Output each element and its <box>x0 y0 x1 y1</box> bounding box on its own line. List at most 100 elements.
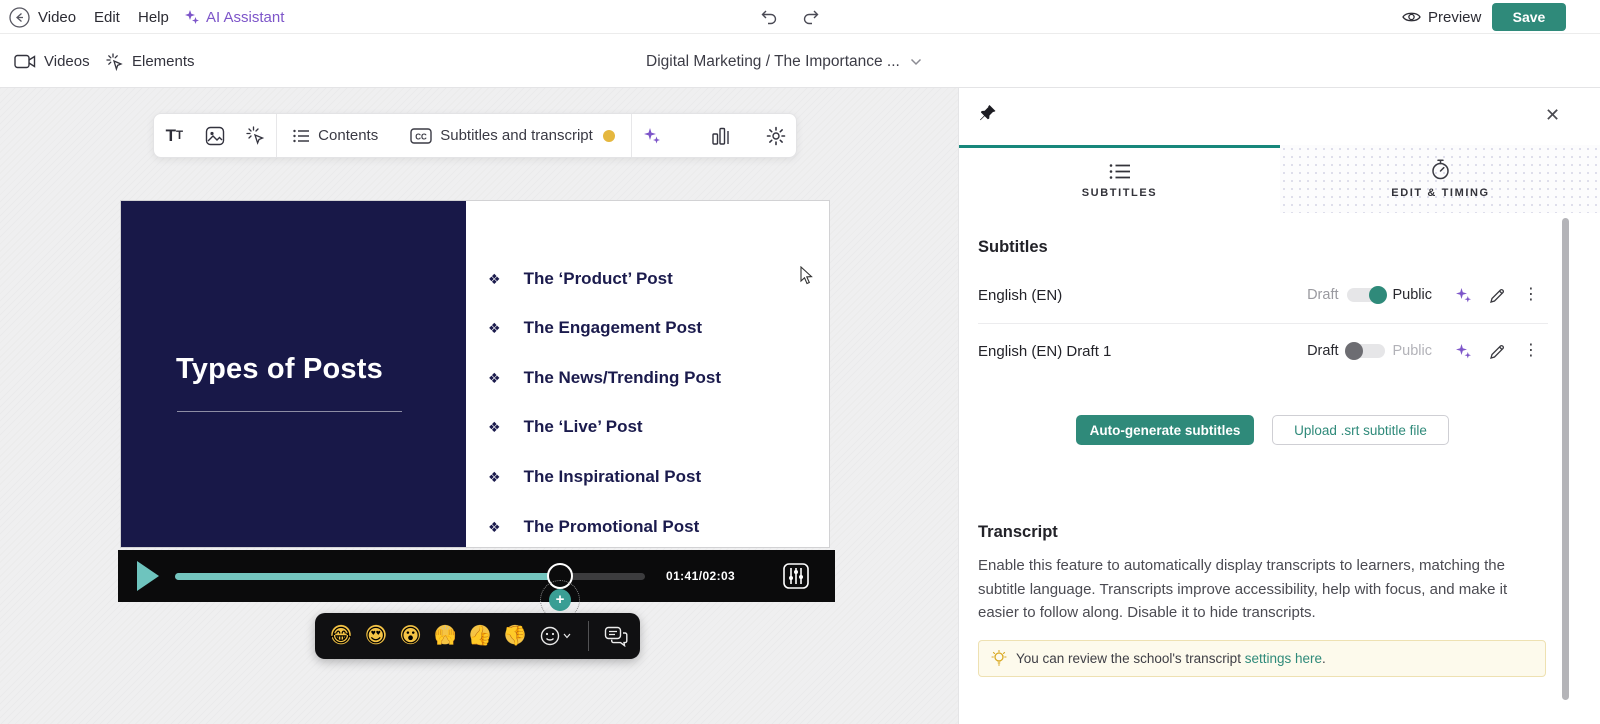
subtitles-transcript-label: Subtitles and transcript <box>440 127 593 144</box>
breadcrumb[interactable]: Digital Marketing / The Importance ... <box>646 35 922 88</box>
contents-button[interactable]: Contents <box>277 127 394 144</box>
breadcrumb-text: Digital Marketing / The Importance ... <box>646 52 900 70</box>
editor-canvas: TT Contents CC Subtitles and transcript … <box>0 88 958 724</box>
subtitles-transcript-button[interactable]: CC Subtitles and transcript <box>394 127 631 144</box>
subtitle-language: English (EN) Draft 1 <box>978 342 1112 360</box>
list-item: ❖ The News/Trending Post <box>488 368 721 387</box>
equalizer-icon <box>783 563 809 589</box>
panel-scrollbar[interactable] <box>1562 218 1569 700</box>
save-button[interactable]: Save <box>1492 3 1566 31</box>
add-element-button[interactable]: + <box>549 589 571 611</box>
tab-subtitles-label: SUBTITLES <box>1081 186 1158 199</box>
analytics-button[interactable] <box>700 114 741 157</box>
elements-label: Elements <box>132 53 195 70</box>
subtitle-row-english: English (EN) Draft Public ⋮ <box>978 267 1548 323</box>
sparkles-icon <box>1455 287 1471 302</box>
subtitles-panel: ✕ SUBTITLES EDIT & TIMING Subtitles Engl… <box>958 88 1600 724</box>
edit-subtitle-button[interactable] <box>1480 343 1514 360</box>
redo-icon[interactable] <box>801 9 820 25</box>
draft-status-dot <box>602 129 615 142</box>
transcript-description: Enable this feature to automatically dis… <box>978 557 1508 621</box>
menu-help[interactable]: Help <box>138 0 169 34</box>
history-controls <box>760 0 820 34</box>
videos-button[interactable]: Videos <box>14 35 90 88</box>
play-button[interactable] <box>137 561 159 591</box>
image-tool-button[interactable] <box>195 114 236 157</box>
mouse-cursor <box>800 266 814 285</box>
preview-button[interactable]: Preview <box>1402 0 1481 34</box>
interactions-tool-button[interactable] <box>236 114 277 157</box>
svg-text:CC: CC <box>415 132 427 141</box>
gear-icon <box>766 126 785 145</box>
playback-settings-button[interactable] <box>780 560 812 592</box>
emoji-picker-button[interactable] <box>540 626 571 646</box>
reaction-raised-hands[interactable]: 🙌 <box>431 622 460 650</box>
back-button[interactable] <box>8 0 30 34</box>
slide-title: Types of Posts <box>176 353 383 385</box>
publish-toggle[interactable] <box>1344 342 1385 360</box>
slide-title-panel: Types of Posts <box>121 201 466 547</box>
eye-icon <box>1402 12 1421 22</box>
slide-toolbar: TT Contents CC Subtitles and transcript <box>153 113 797 158</box>
reaction-thumbs-down[interactable]: 👎 <box>501 622 529 650</box>
close-panel-button[interactable]: ✕ <box>1545 106 1560 124</box>
list-item: ❖ The Promotional Post <box>488 517 700 536</box>
ai-assistant-label: AI Assistant <box>206 8 285 26</box>
tab-edit-timing[interactable]: EDIT & TIMING <box>1280 145 1600 213</box>
public-label: Public <box>1392 343 1433 359</box>
auto-generate-subtitles-button[interactable]: Auto-generate subtitles <box>1076 415 1254 445</box>
settings-button[interactable] <box>755 114 796 157</box>
comments-icon <box>604 626 628 647</box>
comments-button[interactable] <box>604 626 628 647</box>
reaction-surprised[interactable]: 😮 <box>396 622 425 650</box>
sparkles-icon <box>185 10 199 24</box>
pencil-icon <box>1489 288 1504 303</box>
menu-edit[interactable]: Edit <box>94 0 120 34</box>
videos-label: Videos <box>44 53 90 70</box>
pencil-icon <box>1489 344 1504 359</box>
elements-button[interactable]: Elements <box>106 35 195 88</box>
ai-tools-button[interactable] <box>632 114 673 157</box>
pin-panel-button[interactable] <box>979 104 997 123</box>
text-tool-button[interactable]: TT <box>154 114 195 157</box>
tab-edit-timing-label: EDIT & TIMING <box>1391 187 1490 199</box>
diamond-bullet: ❖ <box>488 319 501 336</box>
publish-toggle[interactable] <box>1346 286 1387 304</box>
bar-chart-icon <box>712 127 729 145</box>
edit-subtitle-button[interactable] <box>1480 287 1514 304</box>
title-underline <box>177 411 402 412</box>
ai-subtitle-button[interactable] <box>1446 287 1480 304</box>
menu-video[interactable]: Video <box>38 0 76 34</box>
upload-srt-button[interactable]: Upload .srt subtitle file <box>1272 415 1449 445</box>
sparkles-icon <box>1455 343 1471 358</box>
reaction-thumbs-up[interactable]: 👍 <box>466 622 495 650</box>
more-options-button[interactable]: ⋮ <box>1514 343 1548 359</box>
draft-label: Draft <box>1307 287 1339 303</box>
undo-icon[interactable] <box>760 9 779 25</box>
time-display: 01:41 / 02:03 <box>666 569 736 583</box>
magic-cursor-icon <box>106 52 123 71</box>
pushpin-icon <box>980 105 996 121</box>
chevron-down-icon <box>910 58 921 65</box>
stopwatch-icon <box>1432 159 1449 180</box>
diamond-bullet: ❖ <box>488 518 501 535</box>
list-item: ❖ The ‘Live’ Post <box>488 417 643 436</box>
smiley-icon <box>540 626 560 646</box>
reaction-heart-eyes[interactable]: 😍 <box>361 622 390 650</box>
tab-subtitles[interactable]: SUBTITLES <box>959 145 1280 213</box>
sparkles-icon <box>644 127 661 143</box>
subtitle-language: English (EN) <box>978 286 1063 304</box>
ai-subtitle-button[interactable] <box>1446 343 1480 360</box>
settings-link[interactable]: settings here <box>1245 651 1322 666</box>
reaction-divider <box>587 621 589 651</box>
lightbulb-icon <box>991 650 1007 666</box>
current-time: 01:41 <box>666 569 699 583</box>
subtitle-row-english-draft: English (EN) Draft 1 Draft Public ⋮ <box>978 323 1548 379</box>
ai-assistant-button[interactable]: AI Assistant <box>184 0 284 34</box>
video-slide: Types of Posts ❖ The ‘Product’ Post ❖ The … <box>120 200 830 548</box>
progress-bar[interactable] <box>175 563 645 589</box>
back-arrow-icon <box>8 6 30 28</box>
reaction-joy[interactable]: 😂 <box>327 622 355 650</box>
more-options-button[interactable]: ⋮ <box>1514 287 1548 303</box>
asset-toolbar: Videos Elements Digital Marketing / The … <box>0 35 1600 88</box>
